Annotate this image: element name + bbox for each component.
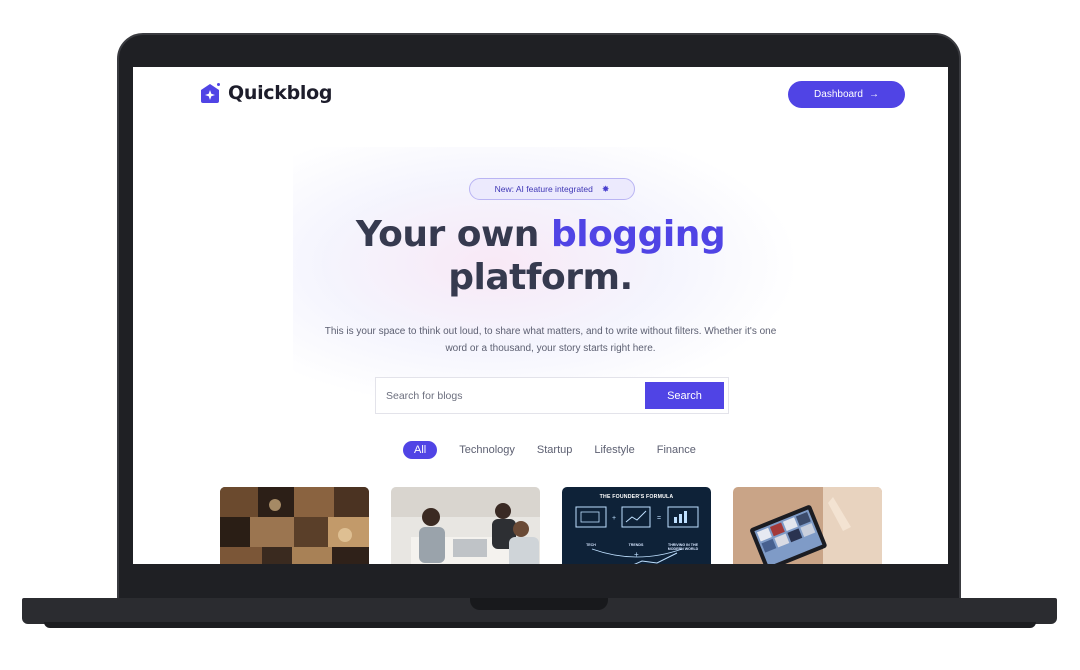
collage-photo bbox=[220, 487, 369, 564]
category-filters: All Technology Startup Lifestyle Finance bbox=[403, 441, 718, 459]
hero-title-part2: platform. bbox=[448, 257, 633, 298]
brand-logo[interactable]: Quickblog bbox=[198, 81, 332, 105]
card-art-label-tech: TECH bbox=[586, 543, 596, 547]
search-button[interactable]: Search bbox=[645, 382, 724, 409]
hero-title-accent: blogging bbox=[550, 214, 726, 255]
team-meeting-photo bbox=[391, 487, 540, 564]
hero-subtitle: This is your space to think out loud, to… bbox=[324, 326, 777, 354]
filter-all[interactable]: All bbox=[403, 441, 438, 459]
blog-card-1[interactable] bbox=[220, 487, 369, 564]
badge-text: New: AI feature integrated bbox=[494, 184, 593, 194]
laptop-notch bbox=[470, 598, 608, 610]
svg-text:+: + bbox=[612, 515, 616, 522]
card-art-label-thriving: THRIVING IN THE MODERN WORLD bbox=[667, 543, 699, 551]
dashboard-button[interactable]: Dashboard → bbox=[788, 81, 905, 108]
quickblog-logo-icon bbox=[201, 83, 220, 103]
laptop-base-edge bbox=[44, 622, 1036, 628]
arrow-right-icon: → bbox=[868, 89, 879, 100]
laptop-screen: Quickblog Dashboard → New: AI feature in… bbox=[133, 67, 948, 564]
search-bar: Search bbox=[375, 377, 729, 414]
svg-text:=: = bbox=[657, 515, 661, 522]
tablet-photo bbox=[733, 487, 882, 564]
blog-card-2[interactable] bbox=[391, 487, 540, 564]
dashboard-button-label: Dashboard bbox=[814, 89, 863, 100]
card-art-label-trends: TRENDS bbox=[628, 543, 644, 547]
sparkle-icon: ✸ bbox=[601, 183, 610, 194]
filter-finance[interactable]: Finance bbox=[657, 444, 696, 456]
brand-name: Quickblog bbox=[228, 82, 333, 104]
card-art-title: THE FOUNDER'S FORMULA bbox=[599, 494, 674, 500]
blog-card-3[interactable]: + = + THE FOUNDER'S FORMULA TECH TRENDS … bbox=[562, 487, 711, 564]
blog-card-4[interactable] bbox=[733, 487, 882, 564]
svg-text:+: + bbox=[634, 550, 639, 559]
ai-feature-badge: New: AI feature integrated ✸ bbox=[469, 178, 635, 200]
filter-startup[interactable]: Startup bbox=[537, 444, 572, 456]
filter-lifestyle[interactable]: Lifestyle bbox=[594, 444, 634, 456]
search-input[interactable] bbox=[376, 388, 645, 403]
hero-title-part1: Your own bbox=[355, 214, 551, 255]
hero-title: Your own blogging platform. bbox=[133, 213, 948, 299]
filter-technology[interactable]: Technology bbox=[459, 444, 515, 456]
